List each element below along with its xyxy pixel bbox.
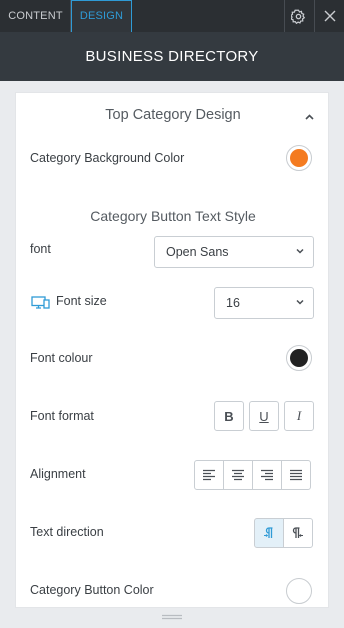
font-format-label: Font format — [30, 409, 94, 423]
resize-handle[interactable] — [161, 614, 183, 620]
collapse-button[interactable] — [305, 107, 314, 125]
font-size-value: 16 — [226, 296, 240, 310]
underline-button[interactable]: U — [249, 401, 279, 431]
font-colour-dot — [290, 349, 308, 367]
category-bg-label: Category Background Color — [30, 151, 185, 165]
chevron-down-icon — [296, 248, 304, 254]
bold-button[interactable]: B — [214, 401, 244, 431]
subsection-title: Category Button Text Style — [90, 208, 256, 224]
top-tab-bar: CONTENT DESIGN — [0, 0, 344, 32]
chevron-up-icon — [305, 114, 314, 120]
text-direction-label: Text direction — [30, 525, 104, 539]
tab-design[interactable]: DESIGN — [71, 0, 132, 32]
rtl-button[interactable] — [283, 518, 313, 548]
tab-content[interactable]: CONTENT — [0, 0, 71, 32]
font-label: font — [30, 242, 51, 256]
ltr-button[interactable] — [254, 518, 284, 548]
alignment-label: Alignment — [30, 467, 86, 481]
desktop-icon — [31, 296, 50, 309]
close-icon — [324, 10, 335, 22]
chevron-down-icon — [296, 299, 304, 305]
font-format-buttons: B U I — [214, 401, 314, 431]
align-center-icon — [232, 469, 244, 481]
font-select-value: Open Sans — [166, 245, 229, 259]
font-colour-label: Font colour — [30, 351, 93, 365]
align-right-icon — [261, 469, 273, 481]
align-justify-button[interactable] — [281, 460, 311, 490]
page-title: BUSINESS DIRECTORY — [0, 32, 344, 81]
rtl-icon — [292, 527, 303, 538]
italic-button[interactable]: I — [284, 401, 314, 431]
category-bg-color-dot — [290, 149, 308, 167]
ltr-icon — [264, 527, 273, 538]
align-right-button[interactable] — [252, 460, 282, 490]
align-justify-icon — [290, 469, 302, 481]
category-button-color-dot — [290, 582, 308, 600]
category-bg-swatch[interactable] — [286, 145, 312, 171]
align-left-button[interactable] — [194, 460, 224, 490]
section-title[interactable]: Top Category Design — [16, 107, 328, 123]
gear-icon — [291, 9, 306, 24]
close-button[interactable] — [315, 0, 344, 32]
align-center-button[interactable] — [223, 460, 253, 490]
bold-icon: B — [224, 408, 234, 424]
font-size-label: Font size — [56, 294, 107, 308]
alignment-buttons — [194, 460, 311, 490]
settings-button[interactable] — [284, 0, 313, 32]
align-left-icon — [203, 469, 215, 481]
category-button-swatch[interactable] — [286, 578, 312, 604]
font-select[interactable]: Open Sans — [154, 236, 314, 268]
font-colour-swatch[interactable] — [286, 345, 312, 371]
text-direction-buttons — [254, 518, 313, 548]
italic-icon: I — [296, 408, 302, 423]
category-button-color-label: Category Button Color — [30, 583, 154, 597]
design-panel-card: Top Category Design Category Background … — [15, 92, 329, 608]
font-size-select[interactable]: 16 — [214, 287, 314, 319]
underline-icon: U — [259, 408, 269, 424]
